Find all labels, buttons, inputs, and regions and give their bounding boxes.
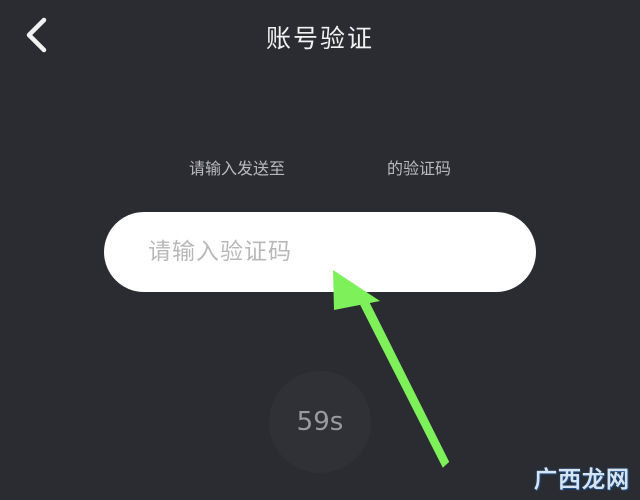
hint-suffix: 的验证码	[387, 159, 452, 178]
hint-prefix: 请输入发送至	[188, 159, 285, 178]
verification-hint: 请输入发送至 的验证码	[0, 155, 640, 179]
watermark: 广西龙网	[534, 467, 630, 493]
resend-countdown-button[interactable]: 59s	[269, 371, 371, 473]
masked-phone-number	[285, 159, 387, 177]
verification-code-input[interactable]	[104, 212, 536, 292]
page-title: 账号验证	[265, 24, 374, 53]
arrow-shaft	[360, 300, 450, 468]
